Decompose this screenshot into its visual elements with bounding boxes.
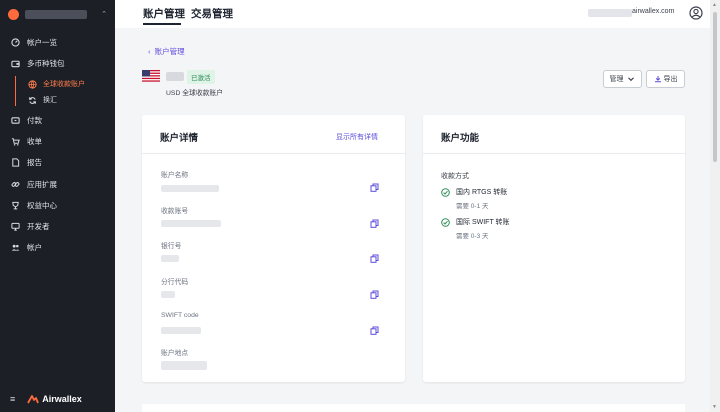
tab-account-management[interactable]: 账户管理 bbox=[143, 6, 185, 21]
link-icon bbox=[10, 179, 20, 189]
sidebar-item-apps[interactable]: 应用扩展 bbox=[0, 176, 115, 192]
user-email-redacted bbox=[588, 9, 632, 17]
sidebar-item-acquiring[interactable]: 收单 bbox=[0, 133, 115, 149]
us-flag-icon bbox=[142, 70, 160, 82]
field-label: 收款账号 bbox=[161, 208, 189, 215]
field-value-redacted bbox=[161, 185, 219, 192]
sidebar-subitem-fx[interactable]: 换汇 bbox=[28, 93, 57, 107]
card-title: 账户详情 bbox=[160, 133, 199, 144]
refresh-icon bbox=[28, 96, 37, 105]
account-features-card: 账户功能 收款方式 国内 RTGS 转账 需要 0-1 天 国际 SWIFT 转… bbox=[423, 115, 685, 382]
sidebar: ⌃ 帐户一览 多币种钱包 付款 收单 报告 应用扩展 权益中心 开发者 帐户 全… bbox=[0, 0, 115, 412]
account-name-redacted bbox=[166, 72, 184, 81]
copy-icon[interactable] bbox=[370, 183, 379, 192]
chevron-down-icon bbox=[628, 77, 635, 82]
sidebar-subitem-global-account[interactable]: 全球收款账户 bbox=[28, 77, 85, 91]
section-label: 收款方式 bbox=[441, 173, 469, 180]
scroll-thumb[interactable] bbox=[713, 12, 717, 162]
sidebar-item-wallet[interactable]: 多币种钱包 bbox=[0, 55, 115, 71]
globe-icon bbox=[28, 79, 37, 89]
check-circle-icon bbox=[441, 188, 450, 197]
dashboard-icon bbox=[10, 37, 20, 47]
field-value-redacted bbox=[161, 220, 221, 227]
field-label: 账户名称 bbox=[161, 172, 189, 179]
sidebar-item-overview[interactable]: 帐户一览 bbox=[0, 34, 115, 50]
wallet-icon bbox=[10, 58, 20, 68]
user-avatar-icon[interactable] bbox=[689, 6, 703, 20]
chevron-updown-icon: ⌃ bbox=[101, 11, 107, 18]
divider bbox=[142, 153, 405, 154]
sidebar-item-account[interactable]: 帐户 bbox=[0, 239, 115, 255]
copy-icon[interactable] bbox=[370, 219, 379, 228]
trophy-icon bbox=[10, 200, 20, 210]
report-icon bbox=[10, 157, 20, 167]
status-badge: 已激活 bbox=[187, 70, 215, 84]
card-title: 账户功能 bbox=[441, 133, 480, 144]
org-name-redacted bbox=[25, 9, 87, 19]
top-bar: 账户管理 交易管理 airwallex.com bbox=[115, 0, 720, 28]
next-card-partial bbox=[142, 404, 685, 412]
main-content: ‹ 账户管理 已激活 USD 全球收款账户 管理 导出 账户详情 显示所有详情 … bbox=[115, 28, 710, 412]
back-link[interactable]: ‹ 账户管理 bbox=[148, 46, 185, 57]
vertical-scrollbar[interactable]: ▲ ▼ bbox=[710, 0, 720, 412]
field-value-redacted bbox=[161, 361, 207, 370]
copy-icon[interactable] bbox=[370, 290, 379, 299]
account-subtitle: USD 全球收款账户 bbox=[166, 90, 224, 97]
scroll-down-icon[interactable]: ▼ bbox=[712, 404, 717, 410]
field-label: SWIFT code bbox=[161, 312, 199, 319]
org-switcher[interactable]: ⌃ bbox=[8, 7, 107, 21]
manage-button[interactable]: 管理 bbox=[603, 70, 642, 88]
download-icon bbox=[654, 76, 661, 83]
check-circle-icon bbox=[441, 218, 450, 227]
account-details-card: 账户详情 显示所有详情 账户名称 收款账号 银行号 分行代码 SWIFT cod… bbox=[142, 115, 405, 382]
monitor-icon bbox=[10, 221, 20, 231]
tab-transaction-management[interactable]: 交易管理 bbox=[191, 6, 233, 21]
sidebar-item-rewards[interactable]: 权益中心 bbox=[0, 197, 115, 213]
copy-icon[interactable] bbox=[370, 326, 379, 335]
sidebar-item-developer[interactable]: 开发者 bbox=[0, 218, 115, 234]
divider bbox=[423, 153, 685, 154]
field-value-redacted bbox=[161, 255, 179, 262]
user-email[interactable]: airwallex.com bbox=[632, 8, 674, 15]
payment-icon bbox=[10, 115, 20, 125]
export-button[interactable]: 导出 bbox=[646, 70, 685, 88]
copy-icon[interactable] bbox=[370, 254, 379, 263]
feature-name: 国际 SWIFT 转账 bbox=[456, 219, 510, 226]
scroll-up-icon[interactable]: ▲ bbox=[712, 2, 717, 8]
feature-time: 需要 0-3 天 bbox=[456, 233, 489, 240]
active-tab-indicator bbox=[143, 23, 181, 25]
sidebar-item-reports[interactable]: 报告 bbox=[0, 154, 115, 170]
field-value-redacted bbox=[161, 327, 201, 334]
submenu-indicator bbox=[15, 76, 16, 106]
sidebar-item-payments[interactable]: 付款 bbox=[0, 112, 115, 128]
airwallex-mark-icon bbox=[27, 394, 40, 403]
cart-icon bbox=[10, 136, 20, 146]
show-all-details-link[interactable]: 显示所有详情 bbox=[336, 132, 378, 142]
menu-icon[interactable]: ≡ bbox=[10, 394, 15, 404]
field-label: 账户地点 bbox=[161, 350, 189, 357]
people-icon bbox=[10, 242, 20, 252]
org-logo bbox=[8, 8, 19, 20]
feature-time: 需要 0-1 天 bbox=[456, 203, 489, 210]
field-value-redacted bbox=[161, 291, 175, 298]
airwallex-logo: Airwallex bbox=[27, 394, 82, 404]
feature-name: 国内 RTGS 转账 bbox=[456, 189, 508, 196]
sidebar-footer: ≡ Airwallex bbox=[10, 394, 82, 404]
field-label: 银行号 bbox=[161, 243, 182, 250]
field-label: 分行代码 bbox=[161, 279, 189, 286]
